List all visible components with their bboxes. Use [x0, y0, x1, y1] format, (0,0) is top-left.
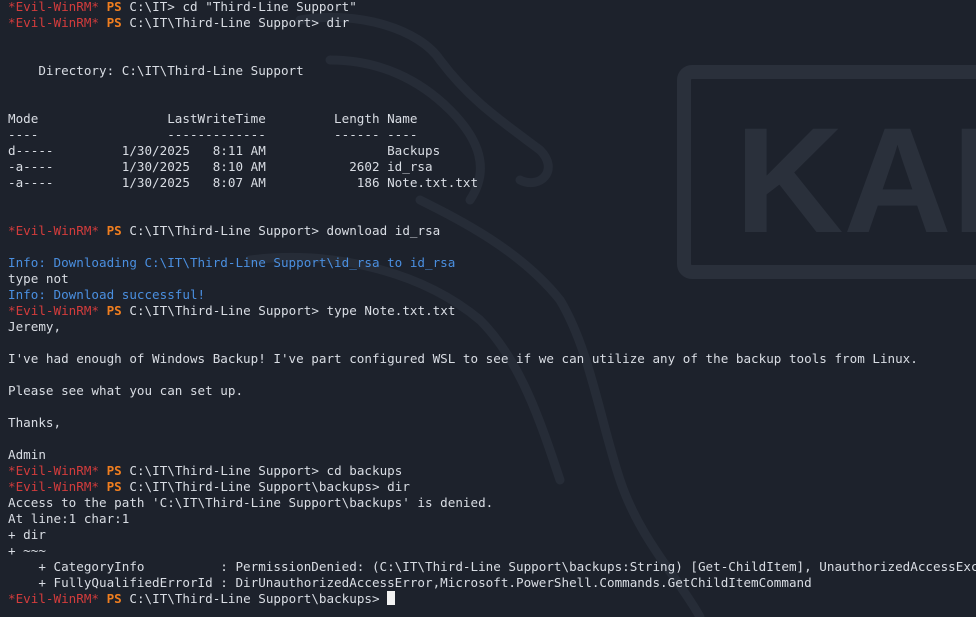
output-text: -a---- 1/30/2025 8:07 AM 186 Note.txt.tx… [8, 175, 479, 190]
prompt-line: *Evil-WinRM* PS C:\IT\Third-Line Support… [8, 479, 976, 495]
info-line: Info: Downloading C:\IT\Third-Line Suppo… [8, 255, 976, 271]
output-text: + CategoryInfo : PermissionDenied: (C:\I… [8, 559, 976, 574]
prompt-path: C:\IT\Third-Line Support\backups> [129, 479, 380, 494]
evil-winrm-tag: *Evil-WinRM* [8, 223, 99, 238]
output-text: I've had enough of Windows Backup! I've … [8, 351, 918, 366]
output-line: I've had enough of Windows Backup! I've … [8, 351, 976, 367]
prompt-path: C:\IT\Third-Line Support> [129, 15, 319, 30]
output-text: -a---- 1/30/2025 8:10 AM 2602 id_rsa [8, 159, 433, 174]
output-text: Please see what you can set up. [8, 383, 244, 398]
prompt-line: *Evil-WinRM* PS C:\IT\Third-Line Support… [8, 463, 976, 479]
output-line: + ~~~ [8, 543, 976, 559]
output-line: At line:1 char:1 [8, 511, 976, 527]
info-message: Info: Download successful! [8, 287, 206, 302]
output-line: Please see what you can set up. [8, 383, 976, 399]
evil-winrm-tag: *Evil-WinRM* [8, 591, 99, 606]
evil-winrm-tag: *Evil-WinRM* [8, 15, 99, 30]
command-text [380, 591, 388, 606]
output-text: + dir [8, 527, 46, 542]
evil-winrm-tag: *Evil-WinRM* [8, 463, 99, 478]
prompt-line: *Evil-WinRM* PS C:\IT> cd "Third-Line Su… [8, 0, 976, 15]
output-text: + ~~~ [8, 543, 46, 558]
command-text: cd "Third-Line Support" [174, 0, 357, 14]
info-line: Info: Download successful! [8, 287, 976, 303]
output-line: Mode LastWriteTime Length Name [8, 111, 976, 127]
output-text: Mode LastWriteTime Length Name [8, 111, 418, 126]
prompt-path: C:\IT\Third-Line Support> [129, 223, 319, 238]
output-text: + FullyQualifiedErrorId : DirUnauthorize… [8, 575, 812, 590]
info-message: Info: Downloading C:\IT\Third-Line Suppo… [8, 255, 456, 270]
output-text: Jeremy, [8, 319, 62, 334]
output-line: + FullyQualifiedErrorId : DirUnauthorize… [8, 575, 976, 591]
output-line: -a---- 1/30/2025 8:10 AM 2602 id_rsa [8, 159, 976, 175]
output-text: Admin [8, 447, 46, 462]
output-line: + CategoryInfo : PermissionDenied: (C:\I… [8, 559, 976, 575]
output-text: Thanks, [8, 415, 62, 430]
prompt-line: *Evil-WinRM* PS C:\IT\Third-Line Support… [8, 591, 976, 607]
output-text: Directory: C:\IT\Third-Line Support [8, 63, 304, 78]
output-line: + dir [8, 527, 976, 543]
ps-label: PS [106, 303, 122, 318]
evil-winrm-tag: *Evil-WinRM* [8, 0, 99, 14]
prompt-path: C:\IT\Third-Line Support> [129, 303, 319, 318]
output-line: d----- 1/30/2025 8:11 AM Backups [8, 143, 976, 159]
prompt-path: C:\IT\Third-Line Support\backups> [129, 591, 380, 606]
output-line: -a---- 1/30/2025 8:07 AM 186 Note.txt.tx… [8, 175, 976, 191]
text-cursor[interactable] [387, 591, 396, 605]
ps-label: PS [106, 223, 122, 238]
prompt-path: C:\IT> [129, 0, 175, 14]
ps-label: PS [106, 15, 122, 30]
output-text: d----- 1/30/2025 8:11 AM Backups [8, 143, 441, 158]
output-line: Thanks, [8, 415, 976, 431]
ps-label: PS [106, 479, 122, 494]
command-text: dir [379, 479, 410, 494]
output-line: Admin [8, 447, 976, 463]
ps-label: PS [106, 591, 122, 606]
output-line: type not [8, 271, 976, 287]
prompt-line: *Evil-WinRM* PS C:\IT\Third-Line Support… [8, 15, 976, 31]
command-text: cd backups [318, 463, 403, 478]
output-text: At line:1 char:1 [8, 511, 130, 526]
terminal-output[interactable]: *Evil-WinRM* PS C:\IT> cd "Third-Line Su… [8, 0, 976, 607]
output-line: Directory: C:\IT\Third-Line Support [8, 63, 976, 79]
prompt-line: *Evil-WinRM* PS C:\IT\Third-Line Support… [8, 223, 976, 239]
ps-label: PS [106, 463, 122, 478]
prompt-path: C:\IT\Third-Line Support> [129, 463, 319, 478]
prompt-line: *Evil-WinRM* PS C:\IT\Third-Line Support… [8, 303, 976, 319]
command-text: download id_rsa [318, 223, 441, 238]
output-line: ---- ------------- ------ ---- [8, 127, 976, 143]
command-text: dir [318, 15, 350, 30]
output-line: Access to the path 'C:\IT\Third-Line Sup… [8, 495, 976, 511]
evil-winrm-tag: *Evil-WinRM* [8, 303, 99, 318]
output-text: type not [8, 271, 69, 286]
command-text: type Note.txt.txt [318, 303, 456, 318]
output-line: Jeremy, [8, 319, 976, 335]
evil-winrm-tag: *Evil-WinRM* [8, 479, 99, 494]
output-text: ---- ------------- ------ ---- [8, 127, 418, 142]
ps-label: PS [106, 0, 122, 14]
output-text: Access to the path 'C:\IT\Third-Line Sup… [8, 495, 494, 510]
